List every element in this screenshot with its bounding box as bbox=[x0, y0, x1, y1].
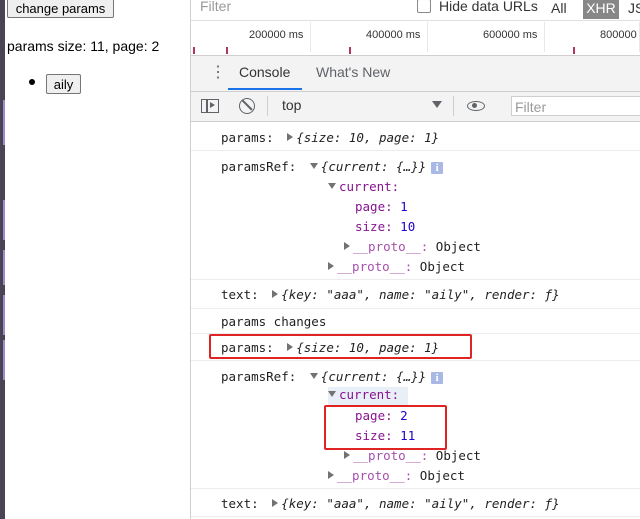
log-label: paramsRef: bbox=[221, 159, 297, 174]
hide-data-urls-label: Hide data URLs bbox=[439, 0, 538, 14]
tree-node[interactable]: __proto__: Object bbox=[344, 239, 640, 254]
log-text: params changes bbox=[221, 314, 327, 329]
filter-xhr[interactable]: XHR bbox=[583, 0, 619, 19]
tree-node: page: 1 bbox=[355, 199, 640, 214]
params-text: params size: 11, page: 2 bbox=[7, 38, 160, 54]
live-expression-eye-icon[interactable] bbox=[467, 101, 485, 111]
change-params-button[interactable]: change params bbox=[7, 0, 114, 18]
info-icon: i bbox=[431, 162, 444, 174]
tree-value: Object bbox=[435, 239, 481, 254]
console-log-entry: text: {key: "aaa", name: "aily", render:… bbox=[221, 287, 640, 302]
tree-node[interactable]: current: bbox=[328, 179, 640, 194]
tree-node[interactable]: __proto__: Object bbox=[328, 259, 640, 274]
collapse-arrow-icon[interactable] bbox=[328, 391, 336, 397]
tree-node[interactable]: __proto__: Object bbox=[344, 448, 640, 463]
timeline-marker bbox=[573, 47, 575, 54]
tree-key: size: bbox=[355, 219, 393, 234]
timeline-marker bbox=[349, 47, 351, 54]
object-preview[interactable]: {size: 10, page: 1} bbox=[296, 130, 439, 145]
console-log-entry: params: {size: 10, page: 1} bbox=[221, 130, 640, 145]
clear-console-icon[interactable] bbox=[239, 98, 255, 114]
network-filter-input[interactable]: Filter bbox=[200, 0, 231, 14]
tree-node-selected[interactable]: current: bbox=[328, 387, 408, 405]
highlight-box bbox=[209, 334, 472, 359]
network-filter-bar: Filter Hide data URLs All XHR JS bbox=[191, 0, 640, 21]
tree-value: 1 bbox=[400, 199, 408, 214]
console-output: params: {size: 10, page: 1} paramsRef: {… bbox=[191, 122, 640, 519]
show-sidebar-icon[interactable] bbox=[201, 99, 219, 113]
collapse-arrow-icon[interactable] bbox=[328, 183, 336, 189]
expand-arrow-icon[interactable] bbox=[344, 451, 350, 459]
timeline-tick: 400000 ms bbox=[366, 29, 421, 41]
aily-button[interactable]: aily bbox=[46, 74, 81, 94]
collapse-arrow-icon[interactable] bbox=[309, 163, 318, 169]
tree-key: __proto__: bbox=[353, 239, 429, 254]
log-label: paramsRef: bbox=[221, 369, 297, 384]
object-preview[interactable]: {key: "aaa", name: "aily", render: ƒ} bbox=[281, 287, 559, 302]
console-log-entry: params changes bbox=[221, 314, 640, 329]
timeline-marker bbox=[226, 47, 228, 54]
tree-value: Object bbox=[419, 259, 465, 274]
timeline-tick: 200000 ms bbox=[249, 29, 304, 41]
tree-node[interactable]: __proto__: Object bbox=[328, 468, 640, 483]
page-content: change params params size: 11, page: 2 a… bbox=[0, 0, 190, 519]
tree-node: size: 10 bbox=[355, 219, 640, 234]
expand-arrow-icon[interactable] bbox=[287, 133, 294, 141]
log-label: params: bbox=[221, 130, 274, 145]
expand-arrow-icon[interactable] bbox=[328, 471, 334, 479]
object-preview[interactable]: {current: {…}} bbox=[321, 369, 426, 384]
log-label: text: bbox=[221, 496, 259, 511]
expand-arrow-icon[interactable] bbox=[272, 290, 279, 298]
network-timeline[interactable]: 200000 ms 400000 ms 600000 ms 800000 bbox=[191, 20, 640, 56]
console-log-entry: text: {key: "aaa", name: "aily", render:… bbox=[221, 496, 640, 511]
expand-arrow-icon[interactable] bbox=[344, 242, 350, 250]
expand-arrow-icon[interactable] bbox=[272, 499, 279, 507]
tree-key: current: bbox=[339, 387, 400, 402]
tree-value: Object bbox=[419, 468, 465, 483]
hide-data-urls-checkbox[interactable] bbox=[417, 0, 431, 13]
chevron-down-icon[interactable] bbox=[432, 101, 442, 108]
tree-value: 10 bbox=[400, 219, 416, 234]
object-preview[interactable]: {key: "aaa", name: "aily", render: ƒ} bbox=[281, 496, 559, 511]
tab-console[interactable]: Console bbox=[239, 64, 290, 80]
console-log-entry: paramsRef: {current: {…}} i bbox=[221, 159, 640, 174]
list-bullet bbox=[29, 79, 35, 85]
drawer-tabbar: ⋮ Console What's New bbox=[191, 56, 640, 92]
window-edge bbox=[0, 0, 5, 519]
tree-key: __proto__: bbox=[353, 448, 429, 463]
timeline-marker bbox=[193, 47, 195, 54]
timeline-tick: 600000 ms bbox=[483, 29, 538, 41]
console-filter-input[interactable]: Filter bbox=[511, 96, 640, 116]
timeline-tick: 800000 bbox=[600, 29, 637, 41]
tree-key: __proto__: bbox=[337, 259, 413, 274]
tab-whats-new[interactable]: What's New bbox=[316, 64, 390, 80]
log-label: text: bbox=[221, 287, 259, 302]
console-log-entry: paramsRef: {current: {…}} i bbox=[221, 369, 640, 384]
tree-key: __proto__: bbox=[337, 468, 413, 483]
collapse-arrow-icon[interactable] bbox=[309, 373, 318, 379]
devtools-panel: Filter Hide data URLs All XHR JS 200000 … bbox=[190, 0, 640, 519]
more-menu-icon[interactable]: ⋮ bbox=[210, 65, 226, 81]
info-icon: i bbox=[431, 372, 444, 384]
console-toolbar: top Filter bbox=[191, 92, 640, 122]
context-selector[interactable]: top bbox=[282, 97, 301, 113]
expand-arrow-icon[interactable] bbox=[328, 262, 334, 270]
highlight-box bbox=[324, 405, 447, 450]
active-tab-indicator bbox=[228, 88, 302, 90]
filter-all[interactable]: All bbox=[551, 0, 567, 16]
tree-key: page: bbox=[355, 199, 393, 214]
object-preview[interactable]: {current: {…}} bbox=[321, 159, 426, 174]
filter-js[interactable]: JS bbox=[628, 0, 640, 16]
tree-value: Object bbox=[435, 448, 481, 463]
tree-key: current: bbox=[339, 179, 400, 194]
